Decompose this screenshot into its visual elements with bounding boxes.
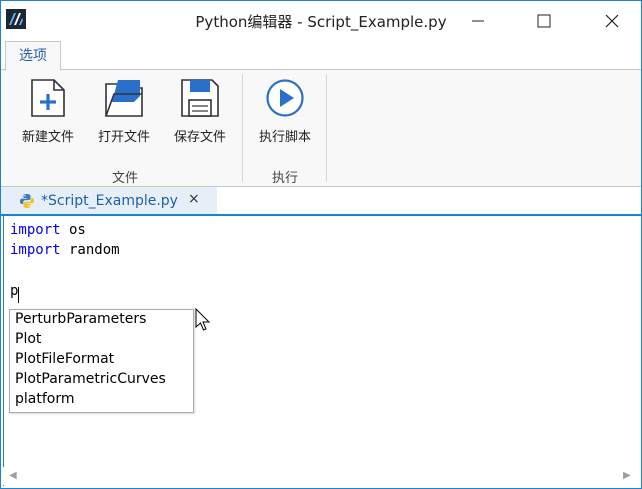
open-file-button[interactable]: 打开文件 [90, 75, 158, 147]
save-file-icon [180, 78, 220, 118]
ribbon-tab-bar: 选项 [1, 41, 641, 71]
autocomplete-popup: PerturbParameters Plot PlotFileFormat Pl… [9, 309, 194, 413]
document-tab-strip: *Script_Example.py × [1, 187, 641, 214]
group-label-file: 文件 [111, 171, 138, 186]
mouse-pointer-icon [195, 307, 213, 332]
run-script-label: 执行脚本 [258, 130, 311, 145]
scroll-left-icon[interactable]: ◀ [9, 470, 17, 481]
tab-script-example[interactable]: *Script_Example.py × [1, 187, 217, 214]
group-label-run: 执行 [271, 171, 298, 186]
run-script-button[interactable]: 执行脚本 [251, 75, 319, 147]
autocomplete-item[interactable]: PlotFileFormat [15, 351, 114, 367]
document-tab-label: *Script_Example.py [41, 193, 178, 209]
group-separator [326, 74, 327, 182]
minimize-button[interactable] [455, 1, 501, 41]
new-file-icon [28, 78, 68, 118]
code-line: import os [10, 222, 86, 238]
autocomplete-item[interactable]: platform [15, 391, 75, 407]
close-icon [605, 14, 619, 28]
scroll-right-icon[interactable]: ▶ [623, 470, 631, 481]
group-separator [242, 74, 243, 182]
close-tab-icon[interactable]: × [188, 191, 200, 207]
code-line: import random [10, 242, 120, 258]
new-file-button[interactable]: 新建文件 [14, 75, 82, 147]
maximize-icon [537, 14, 551, 28]
autocomplete-item[interactable]: Plot [15, 331, 41, 347]
code-text: os [60, 222, 86, 238]
text-caret [18, 287, 19, 303]
horizontal-scrollbar[interactable]: ◀ ▶ [3, 467, 639, 485]
code-text: random [60, 242, 120, 258]
open-file-label: 打开文件 [97, 130, 150, 145]
keyword: import [10, 222, 61, 238]
tab-options[interactable]: 选项 [5, 41, 61, 71]
maximize-button[interactable] [521, 1, 567, 41]
new-file-label: 新建文件 [21, 130, 74, 145]
app-window: Python编辑器 - Script_Example.py 选项 新建文件 打开… [0, 0, 642, 489]
autocomplete-item[interactable]: PerturbParameters [15, 311, 146, 327]
title-bar[interactable]: Python编辑器 - Script_Example.py [1, 1, 641, 41]
save-file-button[interactable]: 保存文件 [166, 75, 234, 147]
save-file-label: 保存文件 [173, 130, 226, 145]
ribbon-panel: 新建文件 打开文件 保存文件 文件 执行脚本 执行 [1, 70, 641, 187]
close-window-button[interactable] [589, 1, 635, 41]
python-icon [19, 193, 35, 209]
minimize-icon [472, 20, 484, 22]
run-icon [265, 78, 305, 118]
code-editor[interactable]: import os import random p PerturbParamet… [3, 216, 640, 486]
autocomplete-item[interactable]: PlotParametricCurves [15, 371, 166, 387]
open-file-icon [104, 78, 144, 118]
keyword: import [10, 242, 61, 258]
